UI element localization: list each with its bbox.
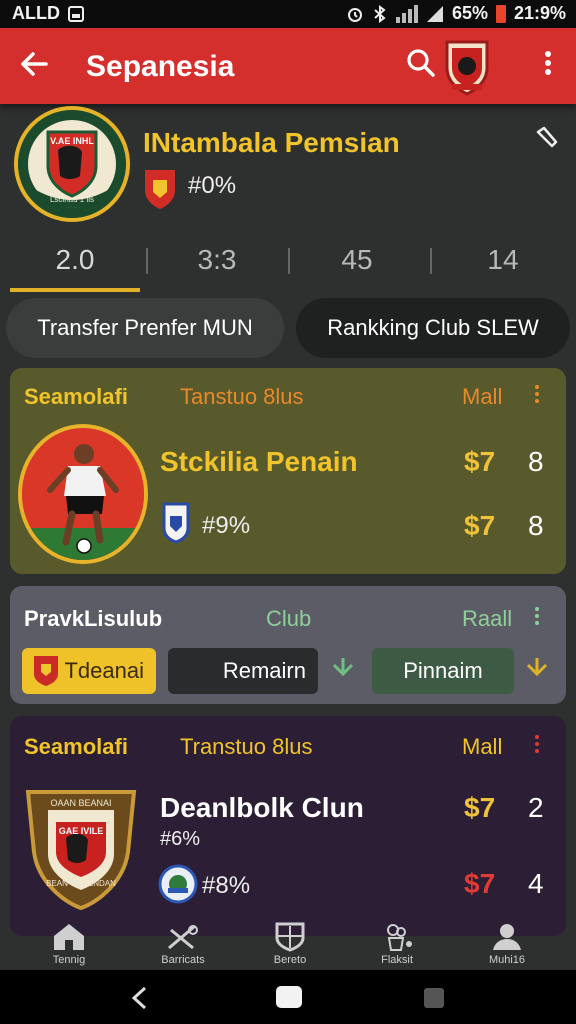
system-navigation-bar	[0, 970, 576, 1024]
tab-2[interactable]: 3:3	[152, 244, 282, 276]
card-heading-mid: Transtuo 8lus	[180, 734, 313, 759]
tab-divider	[288, 248, 290, 274]
carrier-label: ALLD	[12, 3, 60, 23]
clock: 21:9%	[513, 3, 566, 23]
nav-label: Bereto	[273, 954, 307, 966]
signal-icon	[395, 4, 418, 23]
card-heading-mid: Tanstuo 8lus	[180, 384, 304, 409]
nav-item-fixtures[interactable]: Flaksit	[352, 922, 442, 966]
emblem-text-mid: GAE IVILE	[59, 826, 104, 836]
ball-icon	[168, 924, 198, 950]
crest-text-bottom: Lscinau 1 lis	[50, 195, 94, 204]
club-card-stat: #6%	[160, 828, 201, 850]
emblem-text-top: OAAN BEANAI	[50, 798, 111, 808]
tab-divider	[430, 248, 432, 274]
nav-item-home[interactable]: Tennig	[24, 922, 114, 966]
chevron-down-icon[interactable]	[330, 656, 356, 682]
club-name: INtambala Pemsian	[143, 127, 400, 158]
value-currency: $7	[464, 792, 496, 823]
crest-text-top: V.AE INHL	[50, 136, 94, 146]
card-menu-icon[interactable]	[532, 732, 542, 758]
nav-item-matches[interactable]: Barricats	[138, 922, 228, 966]
club-stat: #0%	[188, 172, 237, 199]
battery-percent: 65%	[451, 3, 488, 23]
club-emblem: OAAN BEANAI GAE IVILE BEAN GCCENDAN	[18, 782, 144, 911]
tdeanai-button[interactable]: Tdeanai	[22, 648, 156, 694]
club-badge-blue-icon	[162, 502, 190, 544]
nav-item-profile[interactable]: Muhi16	[462, 922, 552, 966]
alarm-icon	[347, 7, 362, 22]
blue-round-badge-icon	[158, 864, 198, 904]
search-icon[interactable]	[406, 48, 436, 78]
system-back-icon[interactable]	[130, 986, 150, 1010]
page-title: Sepanesia	[86, 50, 235, 83]
value-number: 4	[528, 868, 544, 899]
card-heading-left: PravkLisulub	[24, 606, 163, 631]
wifi-icon	[426, 5, 443, 22]
player-photo	[18, 424, 148, 564]
value-currency: $7	[464, 868, 496, 899]
player-card[interactable]: Seamolafi Tanstuo 8lus Mall Stckilia Pen…	[10, 368, 566, 574]
home-icon	[54, 924, 84, 950]
nav-item-club[interactable]: Bereto	[245, 922, 335, 966]
card-heading-right: Mall	[462, 734, 503, 759]
card-heading-left: Seamolafi	[24, 384, 128, 409]
value-number: 8	[528, 510, 544, 541]
pinnaim-button[interactable]: Pinnaim	[372, 648, 514, 694]
trophy-icon	[387, 924, 412, 951]
bottom-navigation: Tennig Barricats Bereto Flaksit Muhi16	[0, 922, 576, 970]
club-crest-small-icon[interactable]	[442, 36, 492, 96]
bluetooth-icon	[374, 4, 386, 23]
app-bar: Sepanesia	[0, 28, 576, 104]
shield-icon	[275, 922, 305, 952]
tab-3[interactable]: 45	[292, 244, 422, 276]
battery-icon	[495, 4, 506, 23]
club-card-name: Deanlbolk Clun	[160, 792, 364, 823]
club-shield-icon	[143, 168, 177, 210]
active-tab-indicator	[10, 288, 140, 292]
player-stat: #9%	[202, 512, 251, 539]
card-menu-icon[interactable]	[532, 604, 542, 630]
screenshot-icon	[68, 5, 84, 22]
nav-label: Tennig	[52, 954, 86, 966]
system-home-icon[interactable]	[276, 986, 302, 1008]
stats-tabs: 2.0 3:3 45 14	[0, 240, 576, 296]
value-currency: $7	[464, 510, 496, 541]
transfer-filter-button[interactable]: Transfer Prenfer MUN	[6, 298, 284, 358]
system-recents-icon[interactable]	[424, 988, 444, 1008]
nav-label: Barricats	[161, 954, 205, 966]
club-card[interactable]: Seamolafi Transtuo 8lus Mall OAAN BEANAI…	[10, 716, 566, 936]
value-number: 2	[528, 792, 544, 823]
chevron-down-icon[interactable]	[524, 656, 550, 682]
edit-pencil-icon[interactable]	[534, 124, 560, 150]
value-currency: $7	[464, 446, 496, 477]
profile-icon	[493, 924, 521, 950]
tab-divider	[146, 248, 148, 274]
tab-4[interactable]: 14	[438, 244, 568, 276]
card-menu-icon[interactable]	[532, 382, 542, 408]
nav-label: Flaksit	[381, 954, 413, 966]
tdeanai-label: Tdeanai	[64, 658, 144, 683]
shield-red-icon	[34, 656, 58, 686]
emblem-text-bottom: BEAN GCCENDAN	[46, 879, 116, 888]
back-arrow-icon[interactable]	[18, 48, 50, 86]
player-name: Stckilia Penain	[160, 446, 358, 477]
ranking-filter-button[interactable]: Rankking Club SLEW	[296, 298, 570, 358]
club-crest: V.AE INHL Lscinau 1 lis	[14, 106, 130, 222]
tab-1[interactable]: 2.0	[10, 244, 140, 276]
club-card-stat-2: #8%	[202, 872, 251, 899]
remairn-button[interactable]: Remairn	[168, 648, 318, 694]
status-bar: ALLD 65% 21:9%	[0, 0, 576, 28]
card-heading-right: Mall	[462, 384, 503, 409]
card-heading-right: Raall	[462, 606, 513, 631]
value-number: 8	[528, 446, 544, 477]
more-options-icon[interactable]	[538, 48, 558, 84]
card-heading-left: Seamolafi	[24, 734, 128, 759]
card-heading-mid: Club	[266, 606, 312, 631]
nav-label: Muhi16	[488, 954, 526, 966]
